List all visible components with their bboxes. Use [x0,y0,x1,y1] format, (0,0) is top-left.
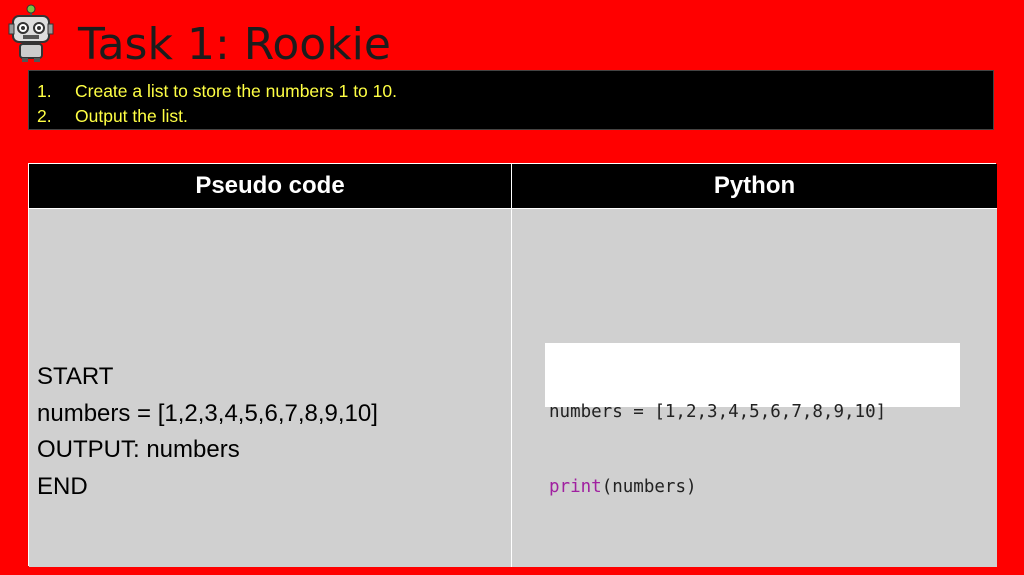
python-cell: numbers = [1,2,3,4,5,6,7,8,9,10] print(n… [512,209,997,567]
task-list: 1. Create a list to store the numbers 1 … [29,71,993,129]
pseudo-code-block: START numbers = [1,2,3,4,5,6,7,8,9,10] O… [37,359,378,505]
comparison-table: Pseudo code Python START numbers = [1,2,… [28,163,997,567]
list-item-number: 2. [37,106,52,126]
code-line: print(numbers) [549,475,956,500]
code-line: numbers = [1,2,3,4,5,6,7,8,9,10] [549,402,887,422]
task-instructions: 1. Create a list to store the numbers 1 … [28,70,994,130]
pseudo-line: numbers = [1,2,3,4,5,6,7,8,9,10] [37,399,378,427]
list-item-number: 1. [37,81,52,101]
python-code-snippet: numbers = [1,2,3,4,5,6,7,8,9,10] print(n… [545,343,960,497]
pseudo-code-cell: START numbers = [1,2,3,4,5,6,7,8,9,10] O… [29,209,512,567]
list-item: 1. Create a list to store the numbers 1 … [29,79,993,104]
list-item-text: Create a list to store the numbers 1 to … [75,81,397,101]
pseudo-line: OUTPUT: numbers [37,436,240,463]
header-python: Python [512,164,997,209]
code-text: (numbers) [601,477,697,497]
robot-icon [8,4,54,62]
header-pseudo-code: Pseudo code [29,164,512,209]
code-keyword: print [549,477,602,497]
list-item: 2. Output the list. [29,104,993,129]
pseudo-line: END [37,472,88,500]
pseudo-line: START [37,363,114,390]
page-title: Task 1: Rookie [78,19,391,70]
list-item-text: Output the list. [75,106,188,126]
